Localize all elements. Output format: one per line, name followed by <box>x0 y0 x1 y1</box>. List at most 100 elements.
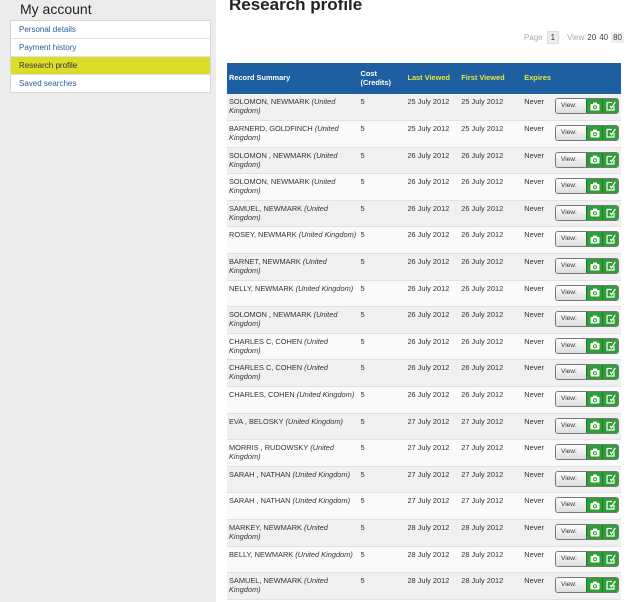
table-header-row: Record Summary Cost (Credits) Last Viewe… <box>227 63 621 94</box>
camera-icon[interactable] <box>586 152 602 167</box>
notes-check-icon[interactable] <box>602 445 618 460</box>
record-cost: 5 <box>358 306 406 334</box>
record-last-viewed: 26 July 2012 <box>405 200 460 228</box>
camera-icon[interactable] <box>586 392 602 407</box>
table-row: EVA , BELOSKY (United Kingdom) 5 27 July 2… <box>227 413 621 441</box>
view-button-group: View: <box>555 417 619 434</box>
notes-check-icon[interactable] <box>602 578 618 593</box>
record-summary: BARNET, NEWMARK (United Kingdom) <box>227 253 359 281</box>
view-button[interactable]: View: <box>556 392 586 407</box>
notes-check-icon[interactable] <box>602 126 618 141</box>
view-button[interactable]: View: <box>556 471 586 486</box>
menu-item-personal-details[interactable]: Personal details <box>11 21 210 39</box>
record-last-viewed: 26 July 2012 <box>405 173 460 201</box>
notes-check-icon[interactable] <box>602 418 618 433</box>
camera-icon[interactable] <box>586 578 602 593</box>
view-button-group: View: <box>555 311 619 328</box>
col-record-summary[interactable]: Record Summary <box>227 63 359 94</box>
view-button[interactable]: View: <box>556 418 586 433</box>
camera-icon[interactable] <box>586 471 602 486</box>
view-button-group: View: <box>555 497 619 514</box>
notes-check-icon[interactable] <box>602 365 618 380</box>
record-first-viewed: 27 July 2012 <box>459 492 523 520</box>
camera-icon[interactable] <box>586 525 602 539</box>
camera-icon[interactable] <box>586 445 602 460</box>
view-button[interactable]: View: <box>556 578 586 593</box>
col-first-viewed[interactable]: First Viewed <box>459 63 522 94</box>
table-row: SARAH , NATHAN (United Kingdom) 5 27 July … <box>227 492 621 520</box>
camera-icon[interactable] <box>586 551 602 566</box>
notes-check-icon[interactable] <box>602 285 618 300</box>
camera-icon[interactable] <box>586 418 602 433</box>
view-button[interactable]: View: <box>556 551 586 566</box>
menu-item-payment-history[interactable]: Payment history <box>11 39 210 57</box>
view-button[interactable]: View: <box>556 445 586 460</box>
notes-check-icon[interactable] <box>602 338 618 353</box>
camera-icon[interactable] <box>586 312 602 327</box>
record-name: SARAH , NATHAN <box>229 469 291 479</box>
page-label: Page <box>523 33 543 42</box>
record-actions: View: <box>553 226 621 255</box>
camera-icon[interactable] <box>586 179 602 194</box>
table-row: CHARLES C, COHEN (United Kingdom) 5 26 Jul… <box>227 359 621 388</box>
view-button-group: View: <box>555 151 619 168</box>
notes-check-icon[interactable] <box>602 259 618 274</box>
notes-check-icon[interactable] <box>602 99 618 113</box>
view-button-group: View: <box>555 178 619 195</box>
view-button[interactable]: View: <box>556 285 586 300</box>
notes-check-icon[interactable] <box>602 152 618 167</box>
view-button[interactable]: View: <box>556 498 586 513</box>
view-button[interactable]: View: <box>556 126 586 141</box>
record-summary: EVA , BELOSKY (United Kingdom) <box>227 413 359 441</box>
camera-icon[interactable] <box>586 365 602 380</box>
camera-icon[interactable] <box>586 99 602 113</box>
main-panel: Research profile Page 1 View 20 40 80 Re… <box>216 0 640 602</box>
record-summary: ROSEY, NEWMARK (United Kingdom) <box>227 226 359 255</box>
record-actions: View: <box>553 439 621 467</box>
record-last-viewed: 28 July 2012 <box>405 546 460 574</box>
record-last-viewed: 26 July 2012 <box>405 226 460 255</box>
menu-item-research-profile[interactable]: Research profile <box>11 57 210 75</box>
page-size-40[interactable]: 40 <box>599 33 608 42</box>
notes-check-icon[interactable] <box>602 551 618 566</box>
notes-check-icon[interactable] <box>602 392 618 407</box>
notes-check-icon[interactable] <box>602 525 618 539</box>
notes-check-icon[interactable] <box>602 179 618 194</box>
record-actions: View: <box>553 413 621 441</box>
notes-check-icon[interactable] <box>602 232 618 247</box>
col-last-viewed[interactable]: Last Viewed <box>405 63 459 94</box>
page-number[interactable]: 1 <box>546 31 560 44</box>
account-menu: Personal details Payment history Researc… <box>10 20 211 93</box>
view-button[interactable]: View: <box>556 259 586 274</box>
notes-check-icon[interactable] <box>602 205 618 220</box>
view-button[interactable]: View: <box>556 99 586 113</box>
camera-icon[interactable] <box>586 498 602 513</box>
page-size-20[interactable]: 20 <box>587 33 596 42</box>
camera-icon[interactable] <box>586 126 602 141</box>
page-size-80[interactable]: 80 <box>611 32 624 43</box>
camera-icon[interactable] <box>586 338 602 353</box>
notes-check-icon[interactable] <box>602 498 618 513</box>
view-button[interactable]: View: <box>556 525 586 539</box>
camera-icon[interactable] <box>586 205 602 220</box>
camera-icon[interactable] <box>586 259 602 274</box>
view-button[interactable]: View: <box>556 232 586 247</box>
record-first-viewed: 26 July 2012 <box>459 200 523 228</box>
record-cost: 5 <box>358 572 406 600</box>
view-button[interactable]: View: <box>556 312 586 327</box>
notes-check-icon[interactable] <box>602 471 618 486</box>
camera-icon[interactable] <box>586 285 602 300</box>
view-button[interactable]: View: <box>556 205 586 220</box>
view-button[interactable]: View: <box>556 365 586 380</box>
col-cost[interactable]: Cost (Credits) <box>359 63 406 94</box>
view-button[interactable]: View: <box>556 152 586 167</box>
view-button[interactable]: View: <box>556 179 586 194</box>
record-name: SOLOMON , NEWMARK <box>229 310 312 320</box>
menu-item-saved-searches[interactable]: Saved searches <box>11 75 210 92</box>
table-row: ROSEY, NEWMARK (United Kingdom) 5 26 July … <box>227 226 621 255</box>
col-expires[interactable]: Expires <box>522 63 553 94</box>
notes-check-icon[interactable] <box>602 312 618 327</box>
view-button[interactable]: View: <box>556 338 586 353</box>
table-row: SAMUEL, NEWMARK (United Kingdom) 5 28 July… <box>227 572 621 600</box>
camera-icon[interactable] <box>586 232 602 247</box>
